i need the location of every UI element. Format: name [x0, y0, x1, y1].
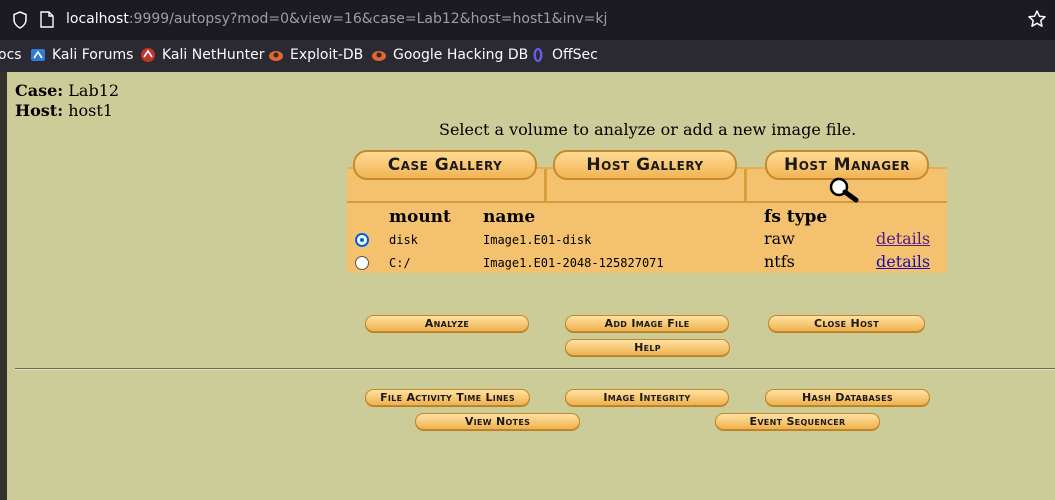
bookmark-label: ocs — [0, 47, 22, 63]
bookmark-offsec[interactable]: OffSec — [530, 47, 598, 63]
hash-databases-button[interactable]: Hash Databases — [765, 389, 930, 406]
volume-radio[interactable] — [355, 256, 369, 270]
add-image-file-button[interactable]: Add Image File — [565, 315, 729, 332]
url-text[interactable]: localhost:9999/autopsy?mod=0&view=16&cas… — [66, 11, 607, 27]
details-link[interactable]: details — [876, 252, 930, 271]
bookmark-kali-forums[interactable]: Kali Forums — [30, 47, 133, 63]
tab-host-gallery[interactable]: Host Gallery — [553, 150, 737, 180]
offsec-icon — [533, 48, 543, 62]
bookmark-label: Exploit-DB — [290, 47, 364, 63]
url-host: localhost — [66, 11, 129, 27]
host-info: Host: host1 — [15, 101, 113, 120]
host-label: Host: — [15, 101, 64, 120]
bookmark-label: Google Hacking DB — [393, 47, 529, 63]
url-path: :9999/autopsy?mod=0&view=16&case=Lab12&h… — [128, 11, 608, 27]
exploit-db-icon — [269, 51, 283, 61]
column-header-name: name — [483, 207, 536, 227]
autopsy-page: Case: Lab12 Host: host1 Select a volume … — [0, 72, 1055, 500]
analyze-button[interactable]: Analyze — [365, 315, 529, 332]
kali-forums-icon — [31, 49, 45, 61]
tab-host-manager[interactable]: Host Manager — [765, 150, 929, 180]
bookmark-label: Kali Forums — [52, 47, 134, 63]
shield-icon[interactable] — [12, 11, 28, 29]
table-row: C:/ Image1.E01-2048-125827071 ntfs detai… — [347, 252, 947, 274]
google-hacking-db-icon — [372, 51, 386, 61]
file-activity-time-lines-button[interactable]: File Activity Time Lines — [365, 389, 530, 406]
bookmark-kali-nethunter[interactable]: Kali NetHunter — [140, 47, 264, 63]
image-integrity-button[interactable]: Image Integrity — [565, 389, 729, 406]
details-link[interactable]: details — [876, 229, 930, 248]
case-label: Case: — [15, 81, 64, 100]
divider — [15, 368, 1055, 370]
bookmark-google-hacking-db[interactable]: Google Hacking DB — [371, 47, 528, 63]
bookmark-star-icon[interactable] — [1027, 9, 1047, 29]
row-name: Image1.E01-2048-125827071 — [483, 256, 664, 270]
magnifier-icon — [829, 177, 859, 203]
bookmark-exploit-db[interactable]: Exploit-DB — [268, 47, 363, 63]
row-mount: disk — [389, 233, 418, 247]
row-mount: C:/ — [389, 256, 411, 270]
row-fs-type: raw — [764, 229, 795, 248]
event-sequencer-button[interactable]: Event Sequencer — [715, 413, 880, 430]
case-info: Case: Lab12 — [15, 81, 119, 100]
tab-divider — [544, 169, 547, 203]
kali-nethunter-icon — [141, 48, 155, 62]
close-host-button[interactable]: Close Host — [768, 315, 925, 332]
tab-divider — [744, 169, 747, 203]
page-icon — [40, 11, 54, 28]
bookmark-label: OffSec — [552, 47, 598, 63]
host-value: host1 — [68, 101, 113, 120]
row-name: Image1.E01-disk — [483, 233, 592, 247]
help-button[interactable]: Help — [565, 339, 730, 356]
column-header-fs-type: fs type — [764, 207, 828, 227]
instruction-text: Select a volume to analyze or add a new … — [439, 120, 857, 139]
tab-case-gallery[interactable]: Case Gallery — [353, 150, 537, 180]
view-notes-button[interactable]: View Notes — [415, 413, 580, 430]
bookmark-docs[interactable]: ocs — [0, 47, 22, 63]
case-value: Lab12 — [68, 81, 120, 100]
volume-radio[interactable] — [355, 233, 369, 247]
frame-border — [0, 72, 7, 500]
row-fs-type: ntfs — [764, 252, 795, 271]
url-bar[interactable]: localhost:9999/autopsy?mod=0&view=16&cas… — [0, 0, 1055, 40]
column-header-mount: mount — [389, 207, 451, 227]
bookmarks-toolbar: ocs Kali Forums Kali NetHunter Exploit-D… — [0, 40, 1055, 72]
table-row: disk Image1.E01-disk raw details — [347, 229, 947, 251]
bookmark-label: Kali NetHunter — [162, 47, 265, 63]
